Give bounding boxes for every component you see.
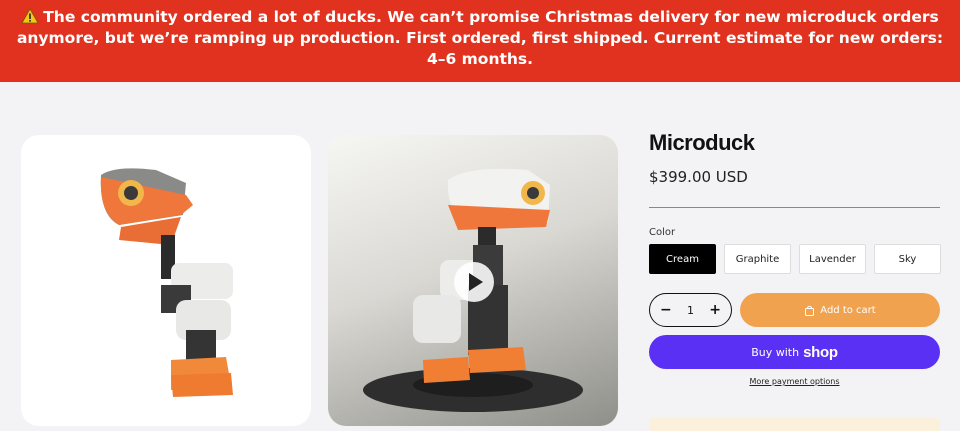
quantity-decrease-button[interactable]: − — [660, 302, 672, 318]
buy-with-label: Buy with — [751, 345, 800, 359]
play-icon[interactable] — [454, 262, 494, 302]
divider — [649, 207, 940, 208]
announcement-banner: The community ordered a lot of ducks. We… — [0, 0, 960, 82]
color-options: Cream Graphite Lavender Sky — [649, 244, 941, 274]
add-to-cart-label: Add to cart — [820, 304, 876, 316]
info-callout — [649, 417, 940, 431]
shop-logo: shop — [803, 343, 838, 361]
more-payment-options-link[interactable]: More payment options — [649, 377, 940, 386]
color-option-graphite[interactable]: Graphite — [724, 244, 791, 274]
warning-icon — [21, 8, 39, 24]
color-option-cream[interactable]: Cream — [649, 244, 716, 274]
color-option-lavender[interactable]: Lavender — [799, 244, 866, 274]
quantity-increase-button[interactable]: + — [709, 302, 721, 318]
quantity-value[interactable]: 1 — [687, 304, 694, 317]
microduck-product-photo — [100, 168, 233, 397]
product-title: Microduck — [649, 130, 755, 155]
product-price: $399.00 USD — [649, 168, 748, 186]
color-option-sky[interactable]: Sky — [874, 244, 941, 274]
banner-text: The community ordered a lot of ducks. We… — [16, 8, 944, 68]
quantity-stepper: − 1 + — [649, 293, 732, 327]
product-video-card[interactable] — [328, 135, 618, 426]
buy-with-shop-button[interactable]: Buy with shop — [649, 335, 940, 369]
shopping-bag-icon — [805, 305, 815, 316]
color-label: Color — [649, 227, 676, 238]
add-to-cart-button[interactable]: Add to cart — [740, 293, 940, 327]
product-image-card[interactable] — [21, 135, 311, 426]
